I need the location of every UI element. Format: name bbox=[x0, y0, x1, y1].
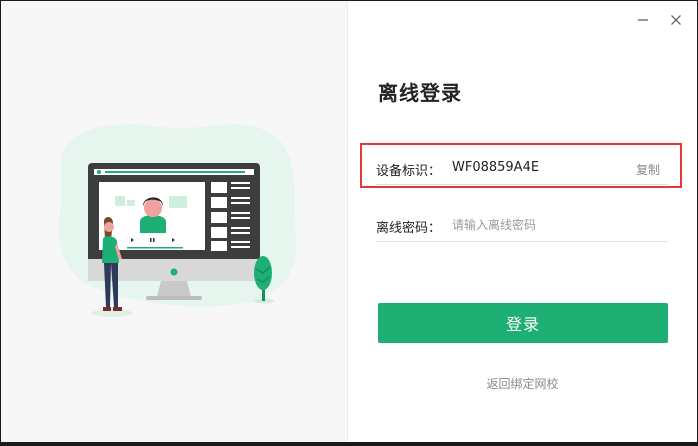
login-window: 离线登录 设备标识： WF08859A4E 复制 离线密码： 登录 返回绑定网校 bbox=[1, 1, 697, 442]
password-field: 离线密码： bbox=[376, 211, 668, 242]
device-id-field: 设备标识： WF08859A4E 复制 bbox=[376, 154, 668, 185]
close-icon bbox=[671, 15, 681, 25]
page-title: 离线登录 bbox=[378, 81, 462, 105]
back-to-school-link[interactable]: 返回绑定网校 bbox=[348, 375, 697, 392]
login-form-pane: 离线登录 设备标识： WF08859A4E 复制 离线密码： 登录 返回绑定网校 bbox=[348, 1, 697, 442]
minimize-icon bbox=[638, 19, 648, 21]
device-id-value: WF08859A4E bbox=[452, 160, 540, 175]
password-input[interactable] bbox=[452, 213, 664, 237]
online-class-illustration bbox=[59, 124, 297, 317]
illustration-pane bbox=[1, 1, 348, 442]
copy-button[interactable]: 复制 bbox=[636, 161, 660, 178]
close-button[interactable] bbox=[664, 9, 688, 31]
login-button[interactable]: 登录 bbox=[378, 303, 668, 343]
minimize-button[interactable] bbox=[631, 9, 655, 31]
device-id-label: 设备标识： bbox=[376, 164, 442, 179]
password-label: 离线密码： bbox=[376, 221, 442, 236]
